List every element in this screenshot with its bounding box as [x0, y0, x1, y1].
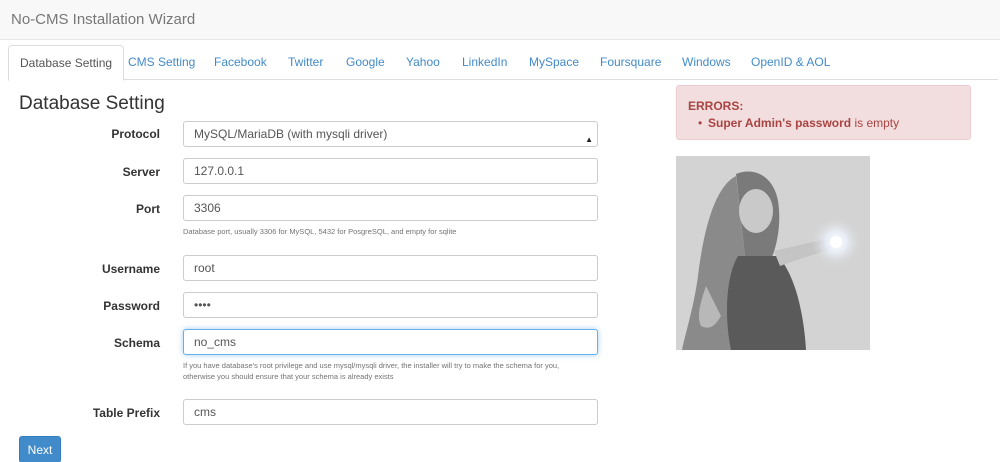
tab-facebook[interactable]: Facebook — [214, 45, 267, 80]
error-title: ERRORS: — [688, 99, 744, 113]
protocol-value: MySQL/MariaDB (with mysqli driver) — [194, 127, 388, 141]
tab-myspace[interactable]: MySpace — [529, 45, 579, 80]
port-input[interactable] — [183, 195, 598, 221]
schema-help-line-1: If you have database's root privilege an… — [183, 361, 560, 370]
tab-cms-setting[interactable]: CMS Setting — [128, 45, 195, 80]
port-help-text: Database port, usually 3306 for MySQL, 5… — [183, 227, 457, 236]
error-item: • Super Admin's password is empty — [698, 116, 900, 130]
tab-foursquare[interactable]: Foursquare — [600, 45, 661, 80]
decorative-photo — [676, 156, 870, 350]
bullet-icon: • — [698, 116, 703, 130]
tab-linkedin[interactable]: LinkedIn — [462, 45, 507, 80]
tab-openid-aol[interactable]: OpenID & AOL — [751, 45, 830, 80]
tab-yahoo[interactable]: Yahoo — [406, 45, 440, 80]
username-input[interactable] — [183, 255, 598, 281]
error-message: is empty — [851, 116, 900, 130]
navbar: No-CMS Installation Wizard — [0, 0, 1000, 40]
server-input[interactable] — [183, 158, 598, 184]
tab-windows[interactable]: Windows — [682, 45, 731, 80]
tab-bar: Database Setting CMS Setting Facebook Tw… — [8, 45, 998, 81]
table-prefix-label: Table Prefix — [92, 406, 160, 420]
schema-input[interactable] — [183, 329, 598, 355]
section-title: Database Setting — [19, 93, 165, 114]
next-button[interactable]: Next — [19, 436, 61, 462]
woman-with-flashlight-illustration — [676, 156, 870, 350]
schema-help-line-2: otherwise you should ensure that your sc… — [183, 372, 394, 381]
tab-twitter[interactable]: Twitter — [288, 45, 323, 80]
password-label: Password — [103, 299, 160, 313]
table-prefix-input[interactable] — [183, 399, 598, 425]
error-alert: ERRORS: • Super Admin's password is empty — [676, 85, 971, 140]
app-title[interactable]: No-CMS Installation Wizard — [11, 11, 195, 28]
username-label: Username — [101, 262, 160, 276]
protocol-label: Protocol — [111, 127, 160, 141]
server-label: Server — [122, 165, 160, 179]
password-input[interactable] — [183, 292, 598, 318]
port-label: Port — [136, 202, 160, 216]
tab-google[interactable]: Google — [346, 45, 385, 80]
protocol-select[interactable]: MySQL/MariaDB (with mysqli driver) ▲▼ — [183, 121, 598, 168]
schema-label: Schema — [113, 336, 160, 350]
tab-database-setting[interactable]: Database Setting — [8, 45, 125, 81]
error-field-name: Super Admin's password — [708, 116, 852, 130]
